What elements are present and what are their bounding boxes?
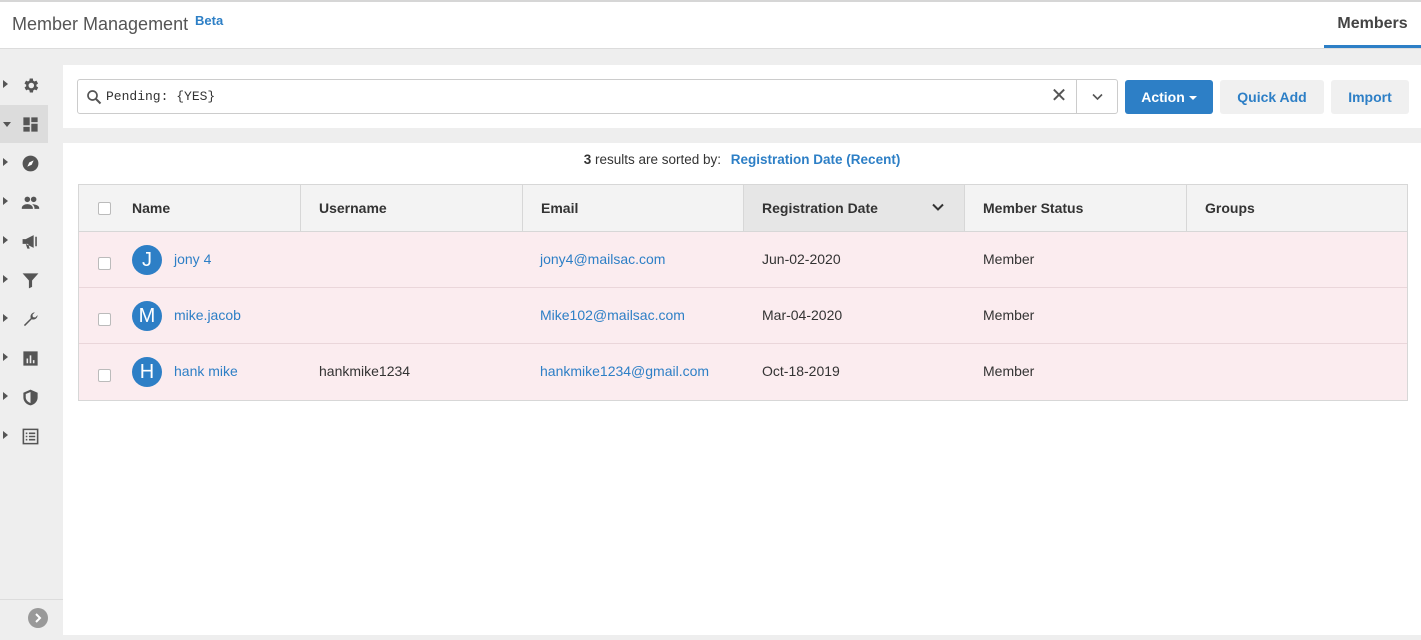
sidebar bbox=[0, 49, 63, 640]
sidebar-item-security[interactable] bbox=[0, 378, 48, 416]
people-icon bbox=[21, 196, 40, 209]
caret-right-icon bbox=[3, 80, 8, 88]
caret-down-icon bbox=[3, 122, 11, 127]
table-row[interactable]: J jony 4 jony4@mailsac.com Jun-02-2020 M… bbox=[79, 232, 1407, 288]
caret-right-icon bbox=[3, 158, 8, 166]
table-row[interactable]: M mike.jacob Mike102@mailsac.com Mar-04-… bbox=[79, 288, 1407, 344]
search-icon bbox=[87, 90, 102, 105]
caret-right-icon bbox=[3, 314, 8, 322]
column-header-member-status[interactable]: Member Status bbox=[965, 185, 1187, 231]
column-header-username[interactable]: Username bbox=[301, 185, 523, 231]
select-all-checkbox[interactable] bbox=[98, 202, 111, 215]
sort-summary-text: results are sorted by: bbox=[591, 152, 722, 167]
avatar: J bbox=[132, 245, 162, 275]
tab-members[interactable]: Members bbox=[1324, 2, 1421, 48]
column-header-email[interactable]: Email bbox=[523, 185, 744, 231]
registration-date-cell: Oct-18-2019 bbox=[762, 363, 840, 379]
gear-icon bbox=[24, 78, 39, 93]
quick-add-button[interactable]: Quick Add bbox=[1220, 80, 1324, 114]
row-checkbox[interactable] bbox=[98, 257, 111, 270]
caret-right-icon bbox=[3, 197, 8, 205]
caret-down-icon bbox=[1188, 96, 1197, 101]
filter-icon bbox=[22, 273, 39, 289]
sidebar-item-tools[interactable] bbox=[0, 300, 48, 338]
chevron-down-icon bbox=[932, 203, 944, 211]
table-header: Name Username Email Registration Date Me… bbox=[79, 185, 1407, 232]
list-icon bbox=[22, 428, 39, 445]
column-header-name[interactable]: Name bbox=[114, 185, 301, 231]
member-name-link[interactable]: jony 4 bbox=[174, 232, 211, 288]
username-cell: hankmike1234 bbox=[319, 363, 411, 379]
beta-badge: Beta bbox=[195, 13, 224, 28]
caret-right-icon bbox=[3, 236, 8, 244]
dashboard-icon bbox=[23, 117, 38, 132]
shield-icon bbox=[23, 389, 38, 406]
member-status-cell: Member bbox=[983, 251, 1035, 267]
sidebar-divider bbox=[0, 599, 63, 600]
avatar: H bbox=[132, 357, 162, 387]
email-link[interactable]: jony4@mailsac.com bbox=[540, 232, 665, 288]
sidebar-item-people[interactable] bbox=[0, 183, 48, 221]
email-link[interactable]: Mike102@mailsac.com bbox=[540, 288, 685, 344]
action-button-label: Action bbox=[1141, 89, 1185, 105]
search-panel: ✕ Action Quick Add Import bbox=[63, 65, 1421, 128]
bar-chart-icon bbox=[23, 351, 38, 366]
avatar: M bbox=[132, 301, 162, 331]
sort-field-link[interactable]: Registration Date (Recent) bbox=[731, 152, 901, 167]
member-name-link[interactable]: mike.jacob bbox=[174, 288, 241, 344]
sidebar-item-explore[interactable] bbox=[0, 144, 48, 182]
import-button[interactable]: Import bbox=[1331, 80, 1409, 114]
registration-date-cell: Jun-02-2020 bbox=[762, 251, 841, 267]
sidebar-item-logs[interactable] bbox=[0, 417, 48, 455]
action-button[interactable]: Action bbox=[1125, 80, 1213, 114]
chevron-down-icon bbox=[1092, 93, 1103, 101]
registration-date-cell: Mar-04-2020 bbox=[762, 307, 843, 323]
search-input[interactable] bbox=[106, 80, 1006, 113]
megaphone-icon bbox=[22, 235, 37, 249]
app-header: Member Management Beta Members bbox=[0, 0, 1421, 49]
member-name-link[interactable]: hank mike bbox=[174, 344, 238, 400]
clear-search-button[interactable]: ✕ bbox=[1042, 80, 1076, 113]
caret-right-icon bbox=[3, 353, 8, 361]
row-checkbox[interactable] bbox=[98, 313, 111, 326]
sidebar-item-settings[interactable] bbox=[0, 66, 48, 104]
row-checkbox[interactable] bbox=[98, 369, 111, 382]
member-status-cell: Member bbox=[983, 363, 1035, 379]
member-status-cell: Member bbox=[983, 307, 1035, 323]
members-table: Name Username Email Registration Date Me… bbox=[78, 184, 1408, 401]
compass-icon bbox=[22, 155, 39, 172]
results-panel: 3 results are sorted by: Registration Da… bbox=[63, 143, 1421, 635]
caret-right-icon bbox=[3, 275, 8, 283]
column-header-registration-date[interactable]: Registration Date bbox=[744, 185, 965, 231]
chevron-right-icon bbox=[35, 613, 42, 623]
search-dropdown-button[interactable] bbox=[1076, 80, 1117, 113]
column-header-registration-date-label: Registration Date bbox=[762, 200, 878, 216]
wrench-icon bbox=[23, 312, 38, 327]
caret-right-icon bbox=[3, 431, 8, 439]
sidebar-item-campaigns[interactable] bbox=[0, 222, 48, 260]
table-row[interactable]: H hank mike hankmike1234 hankmike1234@gm… bbox=[79, 344, 1407, 400]
email-link[interactable]: hankmike1234@gmail.com bbox=[540, 344, 709, 400]
sort-summary: 3 results are sorted by: Registration Da… bbox=[63, 152, 1421, 167]
expand-sidebar-button[interactable] bbox=[28, 608, 48, 628]
search-box: ✕ bbox=[77, 79, 1118, 114]
page-title: Member Management bbox=[12, 14, 189, 34]
sidebar-item-reports[interactable] bbox=[0, 339, 48, 377]
caret-right-icon bbox=[3, 392, 8, 400]
column-header-groups[interactable]: Groups bbox=[1187, 185, 1407, 231]
sidebar-item-filters[interactable] bbox=[0, 261, 48, 299]
sidebar-item-dashboard[interactable] bbox=[0, 105, 48, 143]
